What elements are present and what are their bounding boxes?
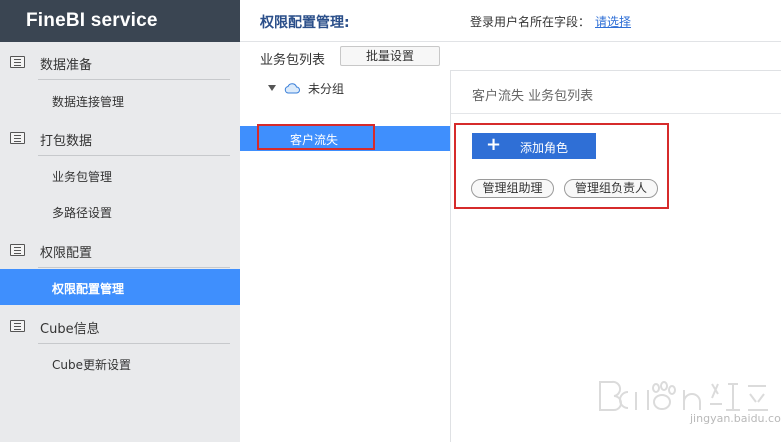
app-window: FineBI service 数据准备 数据连接管理 打包数据 业务包管理 多路… [0, 0, 781, 442]
panel-title: 客户流失 业务包列表 [472, 89, 594, 104]
list-icon [10, 244, 25, 256]
sidebar-group-label: 权限配置 [40, 246, 93, 261]
sidebar-group-label: 打包数据 [40, 134, 93, 149]
sidebar-item-label: Cube更新设置 [52, 358, 131, 372]
sidebar-item-label: 多路径设置 [52, 206, 113, 220]
select-field-link[interactable]: 请选择 [595, 13, 631, 30]
header: 权限配置管理: 登录用户名所在字段： 请选择 [240, 0, 781, 42]
list-icon [10, 56, 25, 68]
watermark-url: jingyan.baidu.com [690, 412, 781, 425]
sidebar-group-cube[interactable]: Cube信息 [0, 308, 240, 344]
sidebar-item-permission-management[interactable]: 权限配置管理 [0, 269, 240, 305]
cloud-icon [284, 83, 300, 94]
divider [38, 343, 230, 344]
batch-settings-button[interactable]: 批量设置 [340, 46, 440, 66]
tree-group-label: 未分组 [308, 82, 345, 96]
sidebar: FineBI service 数据准备 数据连接管理 打包数据 业务包管理 多路… [0, 0, 240, 442]
list-icon [10, 320, 25, 332]
login-field-label: 登录用户名所在字段： [470, 15, 591, 29]
sidebar-item-data-connection[interactable]: 数据连接管理 [0, 82, 240, 118]
sidebar-item-label: 数据连接管理 [52, 95, 125, 109]
sidebar-item-multi-path[interactable]: 多路径设置 [0, 193, 240, 229]
sidebar-group-permissions[interactable]: 权限配置 [0, 232, 240, 268]
divider [38, 79, 230, 80]
sidebar-group-packaging[interactable]: 打包数据 [0, 120, 240, 156]
page-title: 权限配置管理: [260, 15, 350, 31]
caret-down-icon[interactable] [268, 85, 276, 91]
divider [38, 267, 230, 268]
sidebar-group-label: 数据准备 [40, 58, 93, 73]
sidebar-group-label: Cube信息 [40, 322, 100, 337]
divider [38, 155, 230, 156]
sidebar-item-label: 权限配置管理 [52, 282, 125, 296]
app-title: FineBI service [0, 0, 240, 42]
divider [451, 113, 781, 114]
sidebar-item-package-management[interactable]: 业务包管理 [0, 157, 240, 193]
package-list-title: 业务包列表 [260, 53, 326, 68]
sidebar-item-label: 业务包管理 [52, 170, 113, 184]
highlight-box [454, 123, 669, 209]
package-list-pane: 业务包列表 批量设置 未分组 客户流失 [240, 42, 450, 442]
sidebar-item-cube-update[interactable]: Cube更新设置 [0, 345, 240, 381]
list-icon [10, 132, 25, 144]
sidebar-group-data-prep[interactable]: 数据准备 [0, 44, 240, 80]
highlight-box [257, 124, 375, 150]
